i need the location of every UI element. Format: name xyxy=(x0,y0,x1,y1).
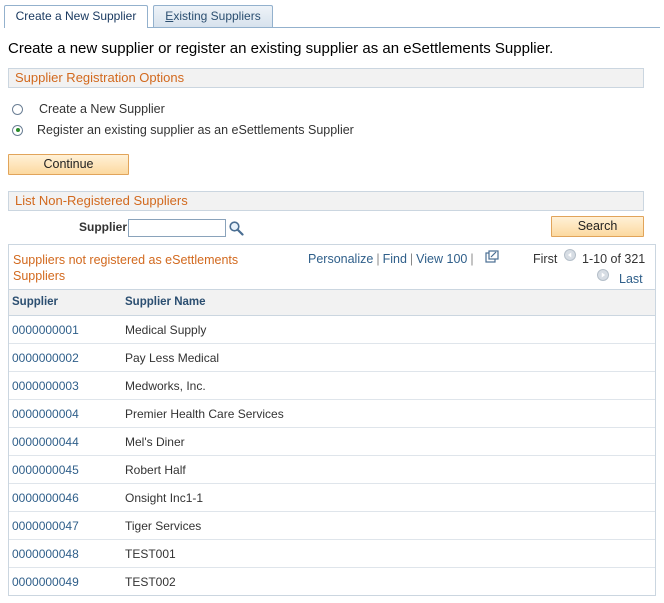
column-header-supplier-name[interactable]: Supplier Name xyxy=(125,296,206,308)
row-range: 1-10 of 321 xyxy=(582,252,646,266)
suppliers-grid: Suppliers not registered as eSettlements… xyxy=(8,244,656,596)
supplier-name: Tiger Services xyxy=(125,519,202,533)
table-row: 0000000044 Mel's Diner xyxy=(9,428,655,456)
supplier-name: Mel's Diner xyxy=(125,435,185,449)
list-suppliers-header: List Non-Registered Suppliers xyxy=(8,191,644,211)
table-row: 0000000046 Onsight Inc1-1 xyxy=(9,484,655,512)
previous-arrow-icon[interactable] xyxy=(564,249,576,261)
supplier-name: TEST001 xyxy=(125,547,176,561)
radio-create-new-supplier[interactable] xyxy=(12,103,23,115)
tab-label: xisting Suppliers xyxy=(173,9,261,23)
supplier-id-link[interactable]: 0000000047 xyxy=(12,519,79,533)
supplier-id-link[interactable]: 0000000046 xyxy=(12,491,79,505)
separator: | xyxy=(376,252,380,266)
supplier-id-link[interactable]: 0000000004 xyxy=(12,407,79,421)
supplier-id-link[interactable]: 0000000045 xyxy=(12,463,79,477)
continue-button[interactable]: Continue xyxy=(8,154,129,175)
table-row: 0000000003 Medworks, Inc. xyxy=(9,372,655,400)
grid-title: Suppliers not registered as eSettlements… xyxy=(13,253,239,283)
tab-create-new-supplier[interactable]: Create a New Supplier xyxy=(4,5,148,28)
separator: | xyxy=(409,252,414,266)
supplier-input[interactable] xyxy=(128,219,226,237)
table-row: 0000000001 Medical Supply xyxy=(9,316,655,344)
radio-label: Register an existing supplier as an eSet… xyxy=(37,123,354,137)
column-header-supplier[interactable]: Supplier xyxy=(12,296,58,308)
page-instructions: Create a new supplier or register an exi… xyxy=(8,40,554,57)
table-row: 0000000004 Premier Health Care Services xyxy=(9,400,655,428)
supplier-id-link[interactable]: 0000000001 xyxy=(12,323,79,337)
supplier-name: Onsight Inc1-1 xyxy=(125,491,204,505)
registration-options-header: Supplier Registration Options xyxy=(8,68,644,88)
table-row: 0000000045 Robert Half xyxy=(9,456,655,484)
supplier-name: Pay Less Medical xyxy=(125,351,220,365)
radio-register-existing-row: Register an existing supplier as an eSet… xyxy=(12,122,354,138)
supplier-name: Robert Half xyxy=(125,463,186,477)
table-row: 0000000049 TEST002 xyxy=(9,568,655,596)
supplier-name: Medworks, Inc. xyxy=(125,379,206,393)
tab-existing-suppliers[interactable]: Existing Suppliers xyxy=(153,5,273,27)
grid-header-row: Supplier Supplier Name xyxy=(9,289,655,316)
search-button[interactable]: Search xyxy=(551,216,644,237)
radio-label: Create a New Supplier xyxy=(39,102,165,116)
supplier-label: Supplier xyxy=(79,220,128,234)
supplier-id-link[interactable]: 0000000044 xyxy=(12,435,79,449)
radio-register-existing[interactable] xyxy=(12,124,23,136)
supplier-id-link[interactable]: 0000000002 xyxy=(12,351,79,365)
supplier-name: Medical Supply xyxy=(125,323,207,337)
next-arrow-icon[interactable] xyxy=(597,269,609,281)
table-row: 0000000002 Pay Less Medical xyxy=(9,344,655,372)
tab-label: Create a New Supplier xyxy=(15,9,137,23)
grid-toolbar: Personalize | Find | View 100 | xyxy=(308,252,477,266)
tab-bar: Create a New Supplier Existing Suppliers xyxy=(0,0,664,28)
supplier-id-link[interactable]: 0000000048 xyxy=(12,547,79,561)
table-row: 0000000048 TEST001 xyxy=(9,540,655,568)
supplier-name: Premier Health Care Services xyxy=(125,407,284,421)
supplier-id-link[interactable]: 0000000003 xyxy=(12,379,79,393)
find-link[interactable]: Find xyxy=(383,252,407,266)
supplier-id-link[interactable]: 0000000049 xyxy=(12,575,79,589)
first-label: First xyxy=(533,252,558,266)
radio-create-new-supplier-row: Create a New Supplier xyxy=(12,101,165,117)
magnifier-icon[interactable] xyxy=(228,220,244,236)
personalize-link[interactable]: Personalize xyxy=(308,252,373,266)
last-link[interactable]: Last xyxy=(619,272,643,286)
separator: | xyxy=(470,252,474,266)
view-all-link[interactable]: View 100 xyxy=(416,252,467,266)
new-window-icon[interactable] xyxy=(485,250,499,264)
table-row: 0000000047 Tiger Services xyxy=(9,512,655,540)
supplier-name: TEST002 xyxy=(125,575,176,589)
